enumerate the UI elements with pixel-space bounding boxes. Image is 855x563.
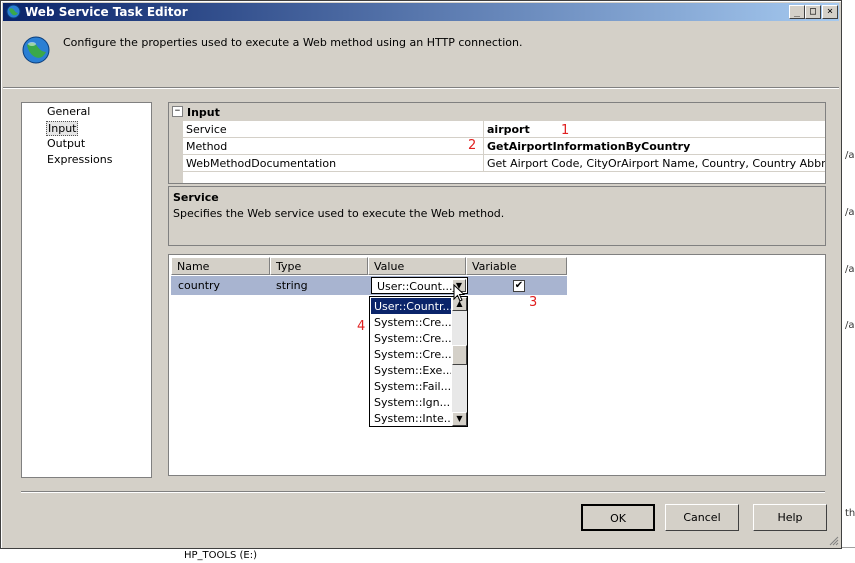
dropdown-item[interactable]: System::Cre... (371, 314, 451, 330)
background-drive-label: HP_TOOLS (E:) (184, 550, 257, 561)
table-row[interactable]: country string User::Count... ▼ ✔ (171, 276, 567, 295)
column-header-name[interactable]: Name (171, 257, 270, 275)
property-row-service[interactable]: Service airport (183, 121, 825, 138)
input-mapping-grid: Name Type Value Variable country string … (168, 254, 826, 476)
description-title: Service (173, 191, 219, 204)
column-header-variable[interactable]: Variable (466, 257, 567, 275)
background-text: /a (845, 150, 855, 161)
web-service-task-editor-dialog: Web Service Task Editor _ □ × Configure … (0, 0, 842, 549)
help-button[interactable]: Help (753, 504, 827, 531)
nav-item-expressions[interactable]: Expressions (46, 153, 113, 168)
dropdown-item[interactable]: System::Ign... (371, 394, 451, 410)
property-row-method[interactable]: Method GetAirportInformationByCountry (183, 138, 825, 155)
background-window-strip: /a /a /a /a th (840, 0, 855, 563)
dropdown-item[interactable]: System::Fail... (371, 378, 451, 394)
category-label: Input (187, 106, 220, 119)
property-divider (483, 155, 484, 172)
dropdown-item[interactable]: System::Cre... (371, 346, 451, 362)
variable-checkbox[interactable]: ✔ (513, 280, 525, 292)
resize-grip-icon[interactable] (827, 534, 839, 546)
window-title: Web Service Task Editor (25, 5, 188, 19)
column-header-value[interactable]: Value (368, 257, 466, 275)
mouse-cursor-icon (453, 284, 466, 302)
bottom-divider (21, 491, 825, 493)
annotation-number: 4 (357, 319, 366, 334)
nav-item-input[interactable]: Input (46, 121, 79, 136)
property-row-webmethod-documentation[interactable]: WebMethodDocumentation Get Airport Code,… (183, 155, 825, 172)
property-category-input[interactable]: − Input (169, 103, 825, 121)
annotation-number: 3 (529, 295, 538, 310)
cell-type: string (276, 279, 308, 292)
cell-name: country (178, 279, 221, 292)
dropdown-item[interactable]: System::Exe... (371, 362, 451, 378)
collapse-icon[interactable]: − (172, 106, 183, 117)
background-text: th (845, 508, 855, 519)
dropdown-item[interactable]: System::Inte... (371, 410, 451, 426)
background-taskbar-strip: HP_TOOLS (E:) (0, 547, 855, 563)
dropdown-item[interactable]: User::Countr... (371, 298, 451, 314)
title-bar[interactable]: Web Service Task Editor _ □ × (3, 3, 839, 21)
globe-icon (6, 4, 21, 19)
dropdown-item[interactable]: System::Cre... (371, 330, 451, 346)
dropdown-scrollbar[interactable]: ▲ ▼ (452, 297, 467, 426)
page-nav-list: General Input Output Expressions (21, 102, 152, 478)
column-header-type[interactable]: Type (270, 257, 368, 275)
background-text: /a (845, 264, 855, 275)
background-text: /a (845, 207, 855, 218)
description-panel: Service Specifies the Web service used t… (168, 186, 826, 246)
annotation-number: 1 (561, 123, 570, 138)
property-value[interactable]: GetAirportInformationByCountry (487, 140, 690, 153)
header-description: Configure the properties used to execute… (63, 36, 523, 49)
nav-item-output[interactable]: Output (46, 137, 86, 152)
property-name: Service (186, 123, 227, 136)
cancel-button[interactable]: Cancel (665, 504, 739, 531)
property-value[interactable]: Get Airport Code, CityOrAirport Name, Co… (487, 157, 825, 170)
property-name: Method (186, 140, 228, 153)
minimize-button[interactable]: _ (789, 5, 805, 19)
maximize-button[interactable]: □ (805, 5, 821, 19)
background-text: /a (845, 320, 855, 331)
scroll-down-icon[interactable]: ▼ (452, 412, 467, 426)
property-grid: − Input Service airport Method GetAirpor… (168, 102, 826, 184)
nav-item-general[interactable]: General (46, 105, 91, 120)
ok-button[interactable]: OK (581, 504, 655, 531)
property-value[interactable]: airport (487, 123, 530, 136)
header-divider (3, 87, 839, 89)
annotation-number: 2 (468, 138, 477, 153)
property-divider (483, 121, 484, 138)
property-name: WebMethodDocumentation (186, 157, 337, 170)
property-grid-blank (183, 172, 825, 183)
combo-value: User::Count... (377, 280, 453, 293)
close-button[interactable]: × (822, 5, 838, 19)
property-divider (483, 138, 484, 155)
scrollbar-thumb[interactable] (452, 345, 467, 365)
globe-icon (22, 36, 50, 64)
value-dropdown-list: User::Countr... System::Cre... System::C… (369, 296, 468, 427)
description-text: Specifies the Web service used to execut… (173, 207, 505, 220)
